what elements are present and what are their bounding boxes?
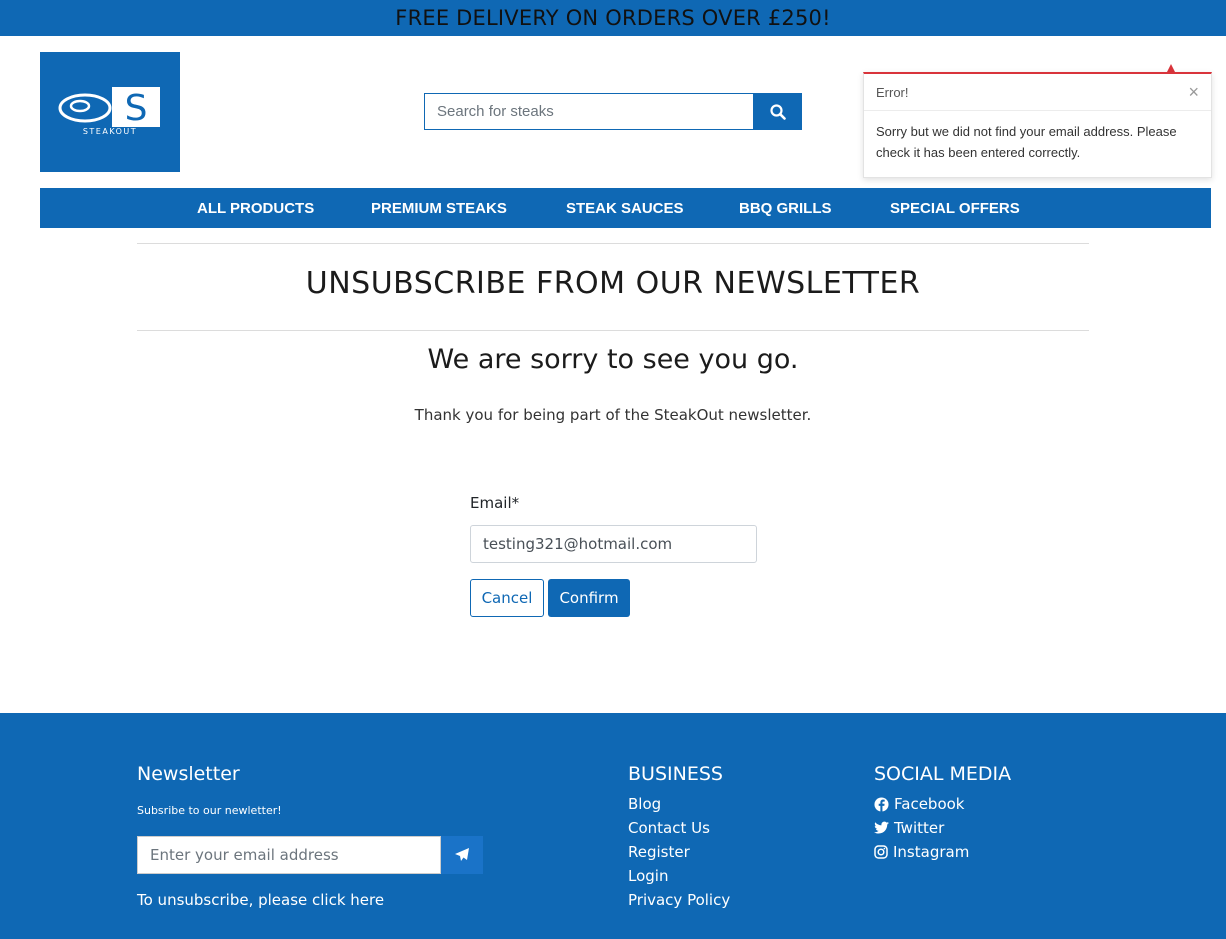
footer-business-heading: BUSINESS [628,763,723,785]
social-link-facebook[interactable]: Facebook [874,795,964,813]
logo-letter: S [125,88,148,129]
newsletter-email-input[interactable]: Enter your email address [137,836,441,874]
nav-item-special-offers[interactable]: SPECIAL OFFERS [890,200,1020,217]
nav-item-bbq-grills[interactable]: BBQ GRILLS [739,200,832,217]
search-placeholder: Search for steaks [437,103,554,120]
toast-caret [1167,64,1175,72]
logo-brand-text: STEAKOUT [82,127,138,136]
twitter-icon [874,821,889,834]
footer-link-contact-us[interactable]: Contact Us [628,819,710,837]
footer-link-login[interactable]: Login [628,867,668,885]
email-value: testing321@hotmail.com [483,535,673,553]
email-label: Email* [470,494,520,512]
email-field[interactable]: testing321@hotmail.com [470,525,757,563]
promo-text: FREE DELIVERY ON ORDERS OVER £250! [395,6,831,30]
instagram-icon [874,845,888,859]
divider [137,243,1089,244]
confirm-button[interactable]: Confirm [548,579,630,617]
footer-link-privacy-policy[interactable]: Privacy Policy [628,891,730,909]
search-icon [770,103,786,120]
toast-header: Error! × [864,74,1211,111]
social-facebook-label: Facebook [894,795,965,813]
nav-item-premium-steaks[interactable]: PREMIUM STEAKS [371,200,507,217]
footer: Newsletter Subsribe to our newletter! En… [0,713,1226,939]
newsletter-send-button[interactable] [441,836,483,874]
search-button[interactable] [754,93,802,130]
site-logo[interactable]: S STEAKOUT [40,52,180,172]
social-twitter-label: Twitter [894,819,945,837]
sorry-heading: We are sorry to see you go. [427,344,799,375]
divider [137,330,1089,331]
error-toast: Error! × Sorry but we did not find your … [863,72,1212,178]
newsletter-placeholder: Enter your email address [150,846,339,864]
search-input[interactable]: Search for steaks [424,93,754,130]
footer-link-blog[interactable]: Blog [628,795,661,813]
footer-link-register[interactable]: Register [628,843,690,861]
unsubscribe-link[interactable]: To unsubscribe, please click here [137,891,384,909]
social-link-twitter[interactable]: Twitter [874,819,944,837]
toast-message: Sorry but we did not find your email add… [876,124,1177,160]
social-link-instagram[interactable]: Instagram [874,843,969,861]
page-title: UNSUBSCRIBE FROM OUR NEWSLETTER [305,266,921,301]
social-instagram-label: Instagram [893,843,970,861]
nav-item-all-products[interactable]: ALL PRODUCTS [197,200,314,217]
paper-plane-icon [455,848,469,861]
footer-social-heading: SOCIAL MEDIA [874,763,1012,785]
close-icon[interactable]: × [1188,82,1199,103]
facebook-icon [874,796,889,812]
footer-newsletter-subtitle: Subsribe to our newletter! [137,804,282,817]
footer-newsletter-heading: Newsletter [137,763,240,785]
toast-title: Error! [876,84,909,100]
main-nav: ALL PRODUCTS PREMIUM STEAKS STEAK SAUCES… [40,188,1211,228]
nav-item-steak-sauces[interactable]: STEAK SAUCES [566,200,684,217]
steakout-logo: S [58,87,160,129]
cancel-button[interactable]: Cancel [470,579,544,617]
promo-banner: FREE DELIVERY ON ORDERS OVER £250! [0,0,1226,36]
thanks-text: Thank you for being part of the SteakOut… [414,406,812,424]
